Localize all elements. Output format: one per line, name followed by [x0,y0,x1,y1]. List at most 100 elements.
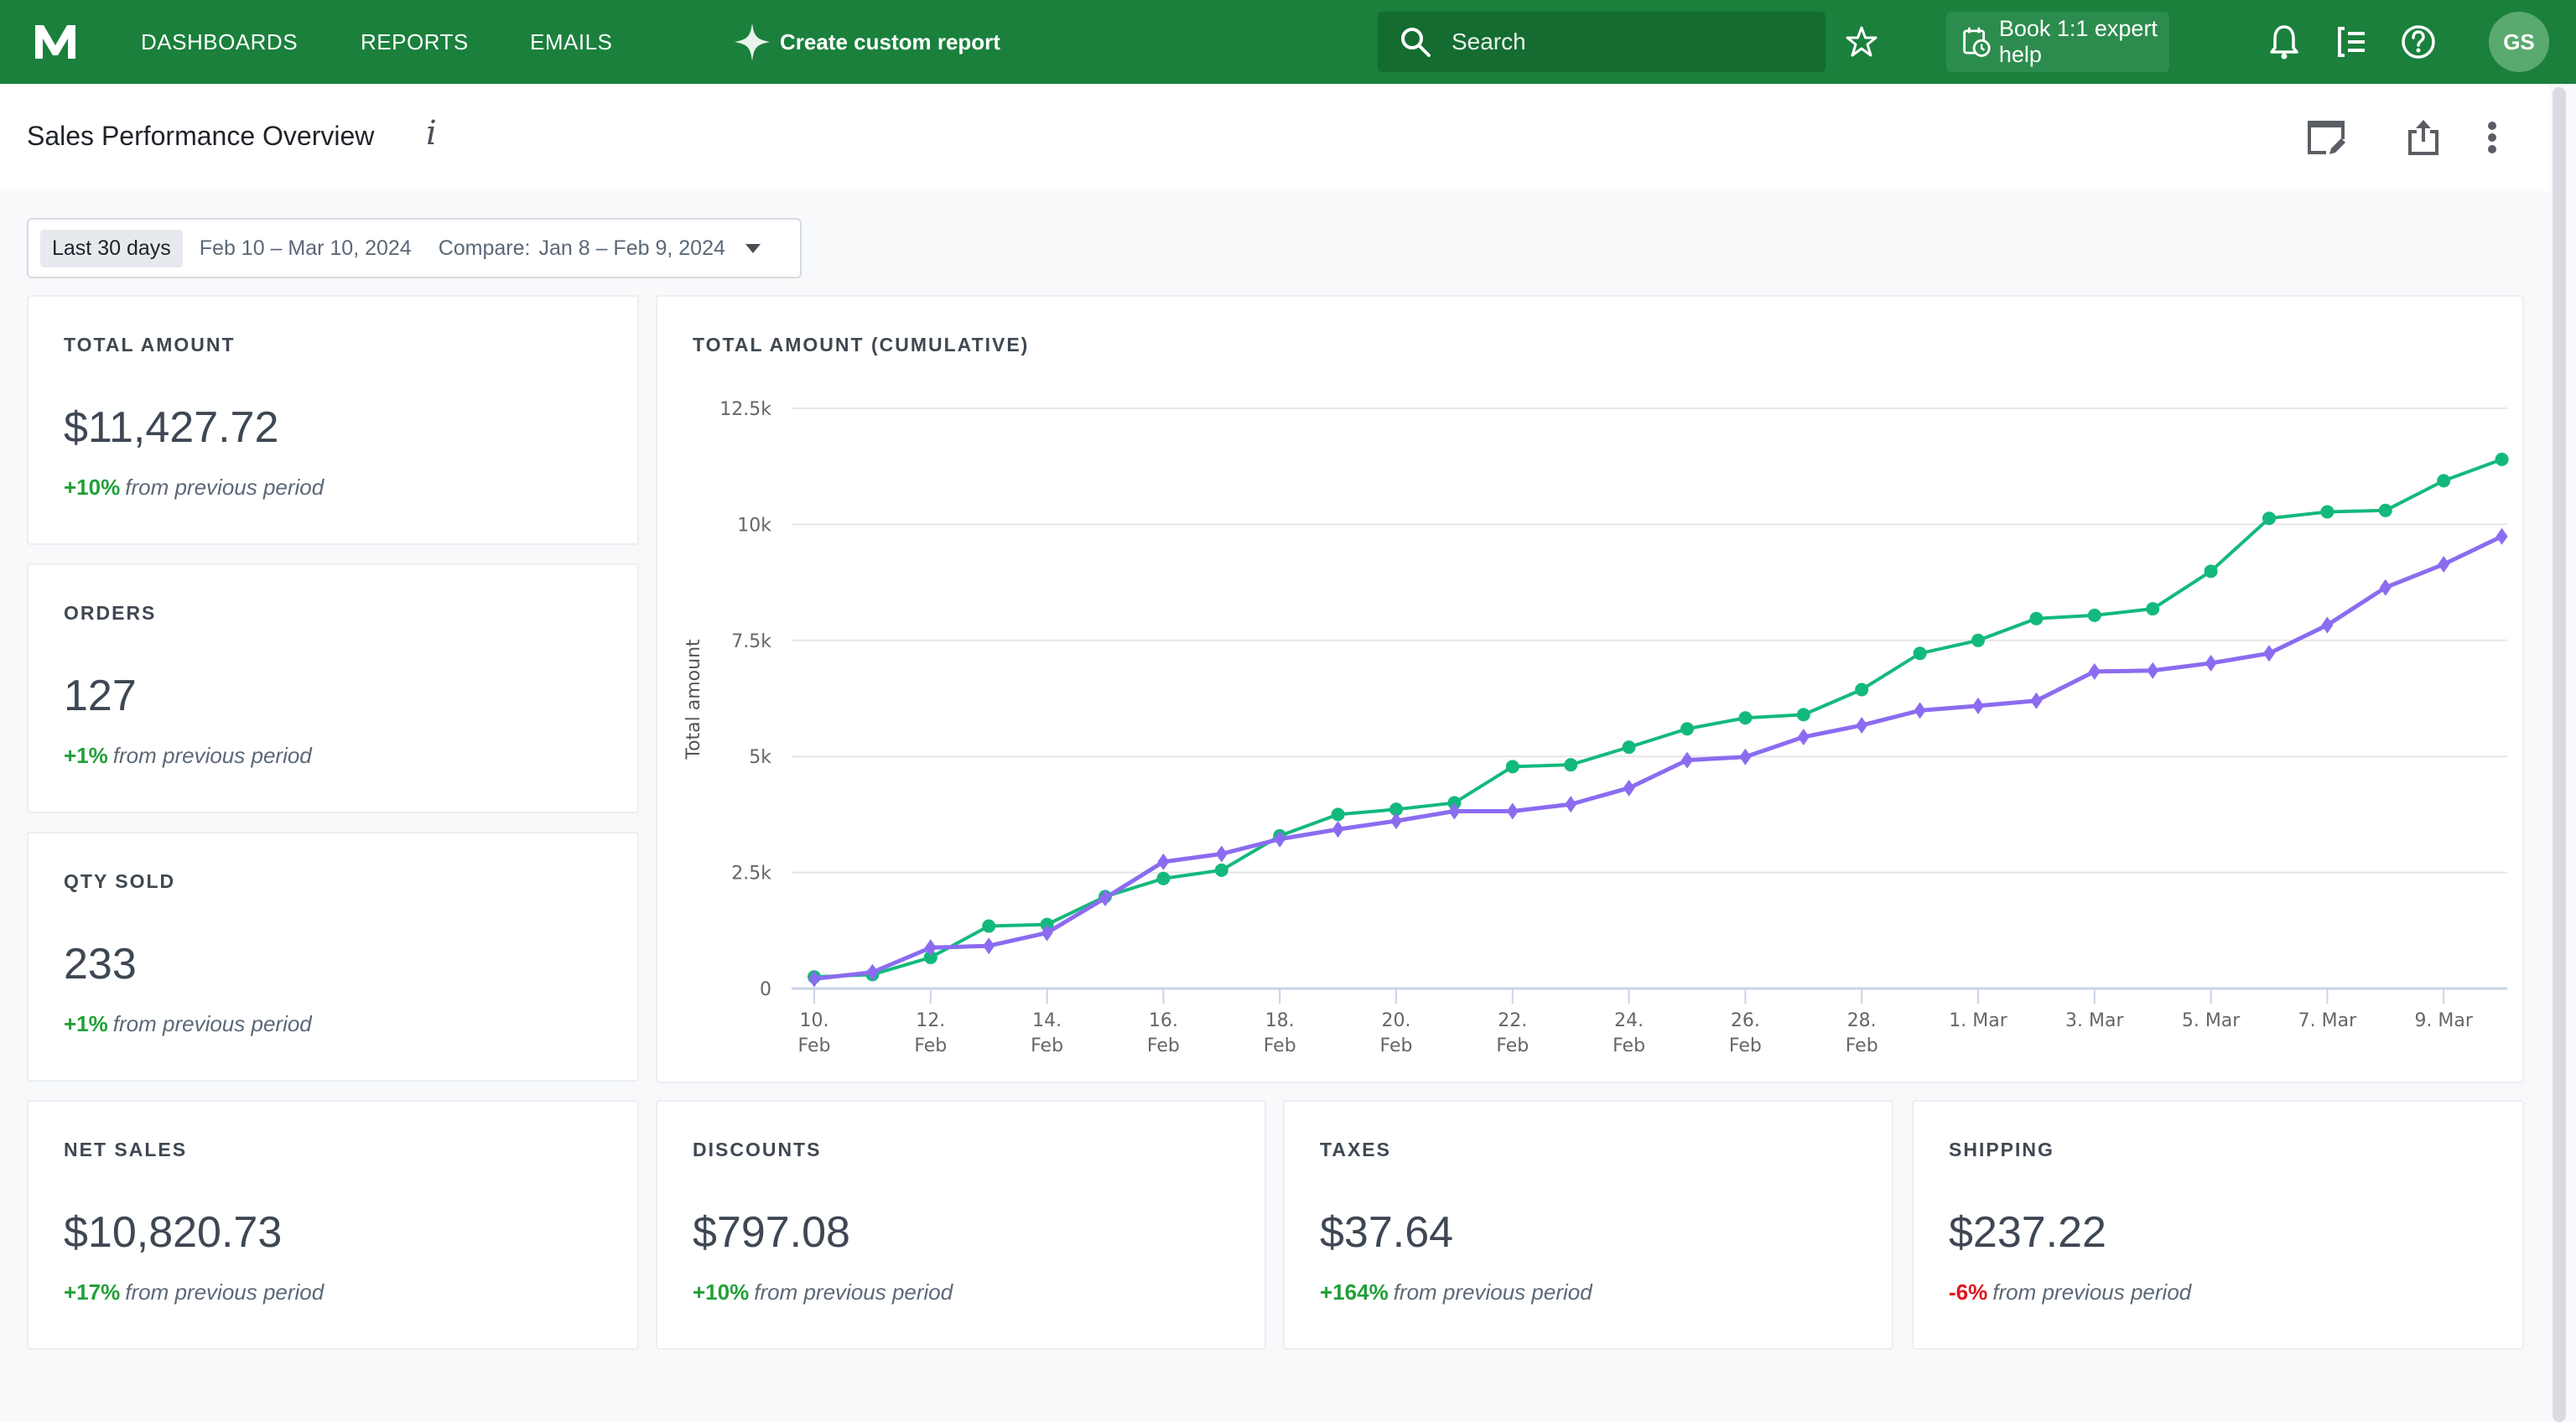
data-point[interactable] [1214,863,1228,877]
more-options-button[interactable] [2469,114,2516,161]
data-point[interactable] [2320,505,2334,519]
help-button[interactable] [2400,23,2437,60]
data-point[interactable] [1565,796,1577,813]
page-title: Sales Performance Overview [27,121,375,151]
user-avatar[interactable]: GS [2489,12,2549,72]
x-tick-label: Feb [1147,1035,1180,1056]
data-point[interactable] [1390,812,1402,830]
data-point[interactable] [2029,611,2044,625]
line-chart: 0 2.5k 5k 7.5k 10k 12.5k 10. Feb 12. Feb 14. Feb 16… [683,399,2509,1056]
info-icon[interactable]: i [426,114,437,153]
x-tick-label: Feb [798,1035,831,1056]
data-point[interactable] [1856,717,1868,734]
kpi-change: +1% from previous period [64,1011,312,1037]
data-point[interactable] [2437,474,2451,488]
data-point[interactable] [2087,608,2101,622]
data-point[interactable] [2030,692,2043,709]
create-custom-report-button[interactable]: Create custom report [735,0,1000,84]
share-button[interactable] [2400,114,2447,161]
data-point[interactable] [1156,871,1171,885]
data-point[interactable] [1914,702,1926,719]
data-point[interactable] [1157,853,1170,870]
kpi-change: +17% from previous period [64,1279,324,1305]
kpi-value: $797.08 [693,1208,850,1257]
series-current [808,452,2509,984]
data-point[interactable] [2379,579,2392,596]
data-point[interactable] [1681,751,1693,769]
data-point[interactable] [2378,503,2392,517]
data-point[interactable] [2496,527,2508,545]
data-point[interactable] [1506,802,1519,820]
data-point[interactable] [982,919,996,933]
page-header: Sales Performance Overview i [0,84,2549,191]
x-tick-label: Feb [1496,1035,1529,1056]
page-scrollbar[interactable] [2553,87,2566,1422]
compare-label: Compare: [438,236,531,260]
logo-icon[interactable] [34,23,77,60]
data-point[interactable] [2147,662,2159,679]
data-point[interactable] [2205,654,2217,672]
kpi-change-percent: +1% [64,743,108,768]
data-point[interactable] [1505,760,1519,774]
data-point[interactable] [1796,708,1810,722]
edit-dashboard-button[interactable] [2303,114,2350,161]
data-point[interactable] [2146,602,2160,616]
x-tick-label: 18. [1265,1010,1295,1031]
book-expert-help-button[interactable]: Book 1:1 expert help [1946,12,2169,72]
data-point[interactable] [1971,633,1985,647]
x-tick-label: Feb [914,1035,947,1056]
x-tick-label: 14. [1032,1010,1062,1031]
data-point[interactable] [1623,779,1635,797]
data-point[interactable] [1913,646,1927,661]
data-point[interactable] [2321,616,2334,634]
data-point[interactable] [1797,728,1810,745]
data-point[interactable] [1972,697,1984,714]
star-icon[interactable] [1845,25,1878,59]
kpi-label: ORDERS [64,602,157,624]
more-vertical-icon [2488,122,2496,153]
kpi-change-percent: +164% [1320,1279,1389,1305]
x-tick-label: 16. [1149,1010,1178,1031]
kpi-card-qty-sold: QTY SOLD 233 +1% from previous period [27,832,639,1082]
date-range-picker[interactable]: Last 30 days Feb 10 – Mar 10, 2024 Compa… [27,218,802,278]
data-point[interactable] [1739,748,1752,765]
data-point[interactable] [1215,845,1228,863]
data-point[interactable] [2088,662,2101,680]
data-point[interactable] [1331,807,1345,822]
x-tick-label: 20. [1382,1010,1411,1031]
calendar-clock-icon [1963,27,1991,57]
data-point[interactable] [2263,645,2275,662]
sparkle-icon [735,23,770,61]
search-placeholder: Search [1452,29,1526,54]
data-point[interactable] [2204,564,2218,579]
kpi-label: SHIPPING [1949,1139,2054,1160]
data-point[interactable] [1332,821,1344,838]
kpi-label: QTY SOLD [64,870,176,892]
kpi-change: +10% from previous period [693,1279,953,1305]
search-input[interactable]: Search [1378,12,1826,72]
data-point[interactable] [2495,452,2509,466]
data-point[interactable] [1680,722,1694,736]
nav-dashboards[interactable]: DASHBOARDS [141,0,298,84]
data-point[interactable] [1622,740,1636,755]
chevron-down-icon [745,243,761,253]
activity-log-button[interactable] [2333,23,2370,60]
kpi-change: +10% from previous period [64,475,324,501]
book-expert-help-label: Book 1:1 expert help [1998,16,2158,67]
x-tick-label: Feb [1729,1035,1762,1056]
kpi-value: $11,427.72 [64,403,279,452]
data-point[interactable] [1564,758,1578,772]
data-point[interactable] [983,937,995,955]
x-tick-label: 7. Mar [2298,1010,2357,1031]
nav-emails[interactable]: EMAILS [530,0,612,84]
edit-layout-icon [2308,121,2345,154]
nav-reports[interactable]: REPORTS [361,0,469,84]
notifications-button[interactable] [2266,23,2303,60]
data-point[interactable] [1738,711,1753,725]
data-point[interactable] [1855,682,1869,697]
kpi-change-percent: +10% [64,475,121,500]
data-point[interactable] [2262,511,2276,526]
y-tick-label: 2.5k [731,864,771,885]
data-point[interactable] [2438,556,2450,573]
kpi-change-note: from previous period [1393,1279,1592,1305]
